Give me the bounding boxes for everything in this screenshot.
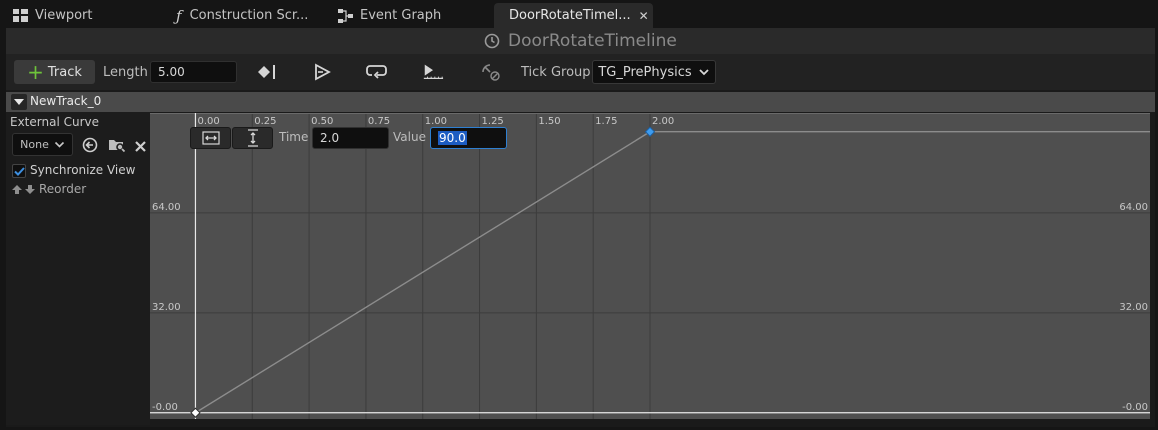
zoom-to-fit-horizontal-button[interactable]	[190, 127, 231, 149]
viewport-grid-icon	[13, 9, 28, 22]
clear-curve-button[interactable]	[134, 138, 147, 157]
arrow-down-icon[interactable]	[24, 184, 36, 195]
synchronize-view-checkbox[interactable]	[12, 164, 26, 178]
autoplay-icon	[315, 63, 331, 81]
editor-title: DoorRotateTimeline	[484, 29, 677, 53]
key-value-value: 90.0	[438, 131, 467, 145]
external-curve-value: None	[20, 138, 49, 151]
tab-label: Construction Scr...	[189, 8, 309, 23]
page-title: DoorRotateTimeline	[508, 31, 677, 51]
clock-icon	[484, 33, 500, 49]
x-tick-label: 0.75	[368, 116, 390, 127]
tick-group-dropdown[interactable]: TG_PrePhysics	[592, 60, 716, 84]
y-tick-label: -0.00	[152, 402, 178, 413]
autoplay-button[interactable]	[311, 62, 333, 82]
x-tick-label: 1.25	[482, 116, 504, 127]
add-track-button[interactable]: + Track	[14, 60, 95, 84]
folder-search-icon	[109, 140, 126, 153]
synchronize-view-label: Synchronize View	[30, 163, 136, 177]
tick-group-value: TG_PrePhysics	[598, 64, 692, 80]
arrow-left-circle-icon	[82, 137, 98, 153]
x-tick-label: 1.00	[425, 116, 447, 127]
x-tick-label: 2.00	[652, 116, 674, 127]
key-value-label: Value	[393, 130, 426, 144]
add-key-icon	[258, 65, 275, 79]
x-tick-label: 0.25	[254, 116, 276, 127]
browse-asset-button[interactable]	[108, 137, 126, 157]
track-name[interactable]: NewTrack_0	[30, 94, 101, 108]
x-tick-label: 1.75	[595, 116, 617, 127]
x-tick-label: 1.50	[538, 116, 560, 127]
graph-nodes-icon	[338, 8, 353, 23]
x-tick-label: 0.50	[311, 116, 333, 127]
add-track-label: Track	[47, 64, 82, 80]
y-tick-label: -0.00	[1122, 402, 1148, 413]
external-curve-dropdown[interactable]: None	[12, 133, 73, 156]
loop-button[interactable]	[366, 62, 388, 82]
external-curve-label: External Curve	[10, 115, 100, 129]
plus-icon: +	[27, 60, 44, 84]
y-tick-label: 64.00	[1119, 202, 1148, 213]
curve-graph[interactable]: 0.00 0.25 0.50 0.75 1.00 1.25 1.50 1.75 2.00 -0.0…	[150, 113, 1150, 419]
length-label: Length	[103, 65, 148, 80]
tab-label: DoorRotateTimel...	[509, 8, 631, 23]
key-value-input[interactable]: 90.0	[430, 127, 507, 149]
tab-viewport[interactable]: Viewport	[13, 3, 93, 28]
triangle-down-icon	[14, 99, 24, 105]
track-header	[6, 92, 1155, 112]
tab-label: Viewport	[35, 8, 93, 23]
length-input[interactable]: 5.00	[150, 61, 237, 83]
tab-label: Event Graph	[360, 8, 442, 23]
zoom-to-fit-vertical-button[interactable]	[232, 127, 273, 149]
key-time-label: Time	[279, 130, 309, 144]
last-keyframe-icon	[423, 64, 444, 80]
reorder-control: Reorder	[11, 182, 86, 196]
close-icon[interactable]: ✕	[639, 9, 649, 23]
tab-construction-script[interactable]: ƒ Construction Scr...	[176, 3, 308, 28]
track-options-panel	[6, 112, 150, 425]
ignore-time-dilation-button[interactable]	[480, 62, 502, 82]
chevron-down-icon	[698, 69, 709, 76]
fit-vertical-icon	[247, 129, 258, 147]
add-key-button[interactable]	[256, 62, 278, 82]
y-tick-label: 64.00	[152, 202, 181, 213]
tick-group-label: Tick Group	[521, 65, 591, 80]
y-tick-label: 32.00	[1119, 302, 1148, 313]
reorder-label: Reorder	[39, 182, 87, 196]
close-icon	[135, 141, 146, 152]
y-tick-label: 32.00	[152, 302, 181, 313]
use-last-keyframe-button[interactable]	[422, 62, 444, 82]
function-icon: ƒ	[176, 6, 182, 25]
checkmark-icon	[13, 166, 25, 176]
tab-door-rotate-timeline[interactable]: DoorRotateTimel... ✕	[494, 3, 653, 28]
arrow-up-icon[interactable]	[11, 184, 23, 195]
use-selected-asset-button[interactable]	[82, 137, 99, 157]
track-collapse-toggle[interactable]	[11, 94, 27, 110]
key-time-value: 2.0	[320, 131, 340, 145]
loop-icon	[366, 65, 387, 79]
tab-event-graph[interactable]: Event Graph	[338, 3, 441, 28]
length-value: 5.00	[158, 65, 185, 79]
time-dilation-icon	[482, 64, 500, 81]
key-time-input[interactable]: 2.0	[312, 127, 389, 149]
x-tick-label: 0.00	[197, 116, 219, 127]
chevron-down-icon	[54, 141, 64, 148]
fit-horizontal-icon	[201, 131, 220, 145]
